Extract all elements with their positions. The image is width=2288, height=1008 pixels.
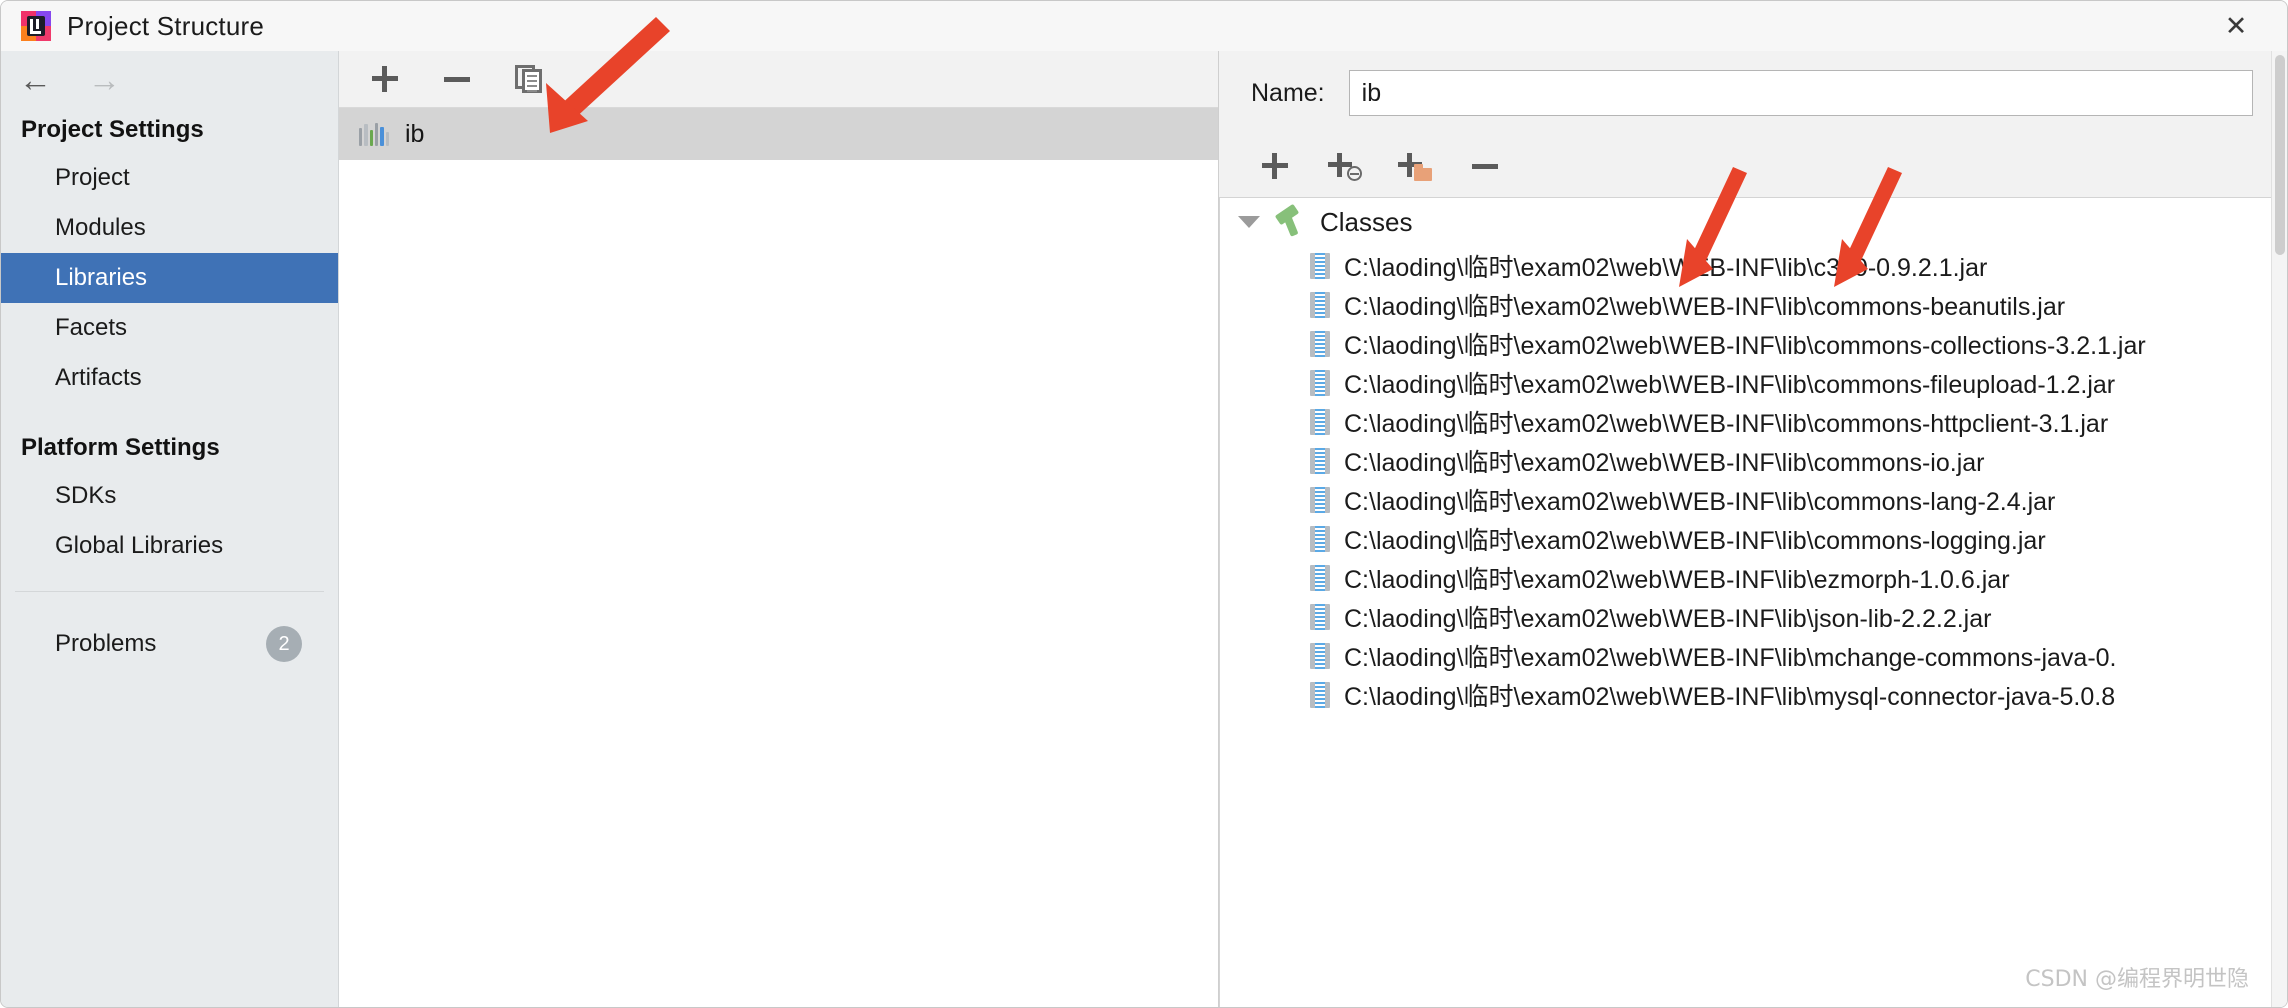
jar-entry-row[interactable]: C:\laoding\临时\exam02\web\WEB-INF\lib\com… xyxy=(1220,285,2287,324)
jar-entry-row[interactable]: C:\laoding\临时\exam02\web\WEB-INF\lib\com… xyxy=(1220,480,2287,519)
jar-entry-row[interactable]: C:\laoding\临时\exam02\web\WEB-INF\lib\mys… xyxy=(1220,675,2287,714)
jar-entry-row[interactable]: C:\laoding\临时\exam02\web\WEB-INF\lib\c3p… xyxy=(1220,246,2287,285)
sidebar-item-sdks[interactable]: SDKs xyxy=(1,471,338,521)
tree-node-label: Classes xyxy=(1320,206,1413,237)
add-from-directory-button[interactable] xyxy=(1395,146,1435,186)
window-title: Project Structure xyxy=(67,10,265,41)
jar-file-icon xyxy=(1310,525,1330,552)
library-icon xyxy=(359,122,389,146)
jar-file-icon xyxy=(1310,330,1330,357)
jar-entry-path: C:\laoding\临时\exam02\web\WEB-INF\lib\mch… xyxy=(1344,643,2117,672)
sidebar-divider xyxy=(15,591,324,592)
jar-entry-row[interactable]: C:\laoding\临时\exam02\web\WEB-INF\lib\com… xyxy=(1220,363,2287,402)
jar-entry-row[interactable]: C:\laoding\临时\exam02\web\WEB-INF\lib\com… xyxy=(1220,519,2287,558)
dialog-scrollbar-thumb[interactable] xyxy=(2275,55,2285,255)
jar-entry-path: C:\laoding\临时\exam02\web\WEB-INF\lib\com… xyxy=(1344,526,2046,555)
library-editor-panel: Name: Classes xyxy=(1219,51,2287,1007)
jar-file-icon xyxy=(1310,603,1330,630)
add-library-button[interactable] xyxy=(365,59,405,99)
sidebar-item-problems[interactable]: Problems 2 xyxy=(1,618,338,670)
library-name: ib xyxy=(405,119,425,148)
library-list-item[interactable]: ib xyxy=(339,108,1218,160)
library-entries-tree: Classes C:\laoding\临时\exam02\web\WEB-INF… xyxy=(1219,197,2287,1007)
jar-entry-row[interactable]: C:\laoding\临时\exam02\web\WEB-INF\lib\com… xyxy=(1220,402,2287,441)
close-icon[interactable]: ✕ xyxy=(2215,9,2257,43)
sidebar-item-modules[interactable]: Modules xyxy=(1,203,338,253)
jar-entry-row[interactable]: C:\laoding\临时\exam02\web\WEB-INF\lib\jso… xyxy=(1220,597,2287,636)
problems-count-badge: 2 xyxy=(266,626,302,662)
jar-entry-path: C:\laoding\临时\exam02\web\WEB-INF\lib\com… xyxy=(1344,331,2146,360)
jar-file-icon xyxy=(1310,564,1330,591)
jar-file-icon xyxy=(1310,369,1330,396)
jar-entry-path: C:\laoding\临时\exam02\web\WEB-INF\lib\mys… xyxy=(1344,682,2116,711)
jar-file-icon xyxy=(1310,408,1330,435)
jar-entry-path: C:\laoding\临时\exam02\web\WEB-INF\lib\com… xyxy=(1344,409,2109,438)
forward-arrow-icon[interactable]: → xyxy=(88,63,121,96)
dialog-vertical-scrollbar[interactable] xyxy=(2271,51,2287,1007)
jar-entry-path: C:\laoding\临时\exam02\web\WEB-INF\lib\com… xyxy=(1344,292,2066,321)
libraries-list: ib xyxy=(339,108,1218,1007)
dialog-body: ← → Project Settings Project Modules Lib… xyxy=(1,51,2287,1007)
jar-entry-row[interactable]: C:\laoding\临时\exam02\web\WEB-INF\lib\com… xyxy=(1220,441,2287,480)
project-structure-dialog: Project Structure ✕ ← → Project Settings… xyxy=(0,0,2288,1008)
back-arrow-icon[interactable]: ← xyxy=(19,63,52,96)
jar-entry-path: C:\laoding\临时\exam02\web\WEB-INF\lib\ezm… xyxy=(1344,565,2010,594)
name-label: Name: xyxy=(1251,78,1325,107)
title-bar: Project Structure ✕ xyxy=(1,1,2287,51)
sidebar-item-artifacts[interactable]: Artifacts xyxy=(1,353,338,403)
sidebar-group-platform-settings: Platform Settings xyxy=(21,434,220,461)
hammer-icon xyxy=(1274,203,1306,237)
copy-library-button[interactable] xyxy=(509,59,549,99)
library-name-input[interactable] xyxy=(1348,70,2253,116)
add-entry-button[interactable] xyxy=(1255,146,1295,186)
intellij-idea-icon xyxy=(21,11,51,41)
tree-node-classes[interactable]: Classes xyxy=(1220,198,2287,246)
jar-entry-path: C:\laoding\临时\exam02\web\WEB-INF\lib\com… xyxy=(1344,448,1985,477)
jar-file-icon xyxy=(1310,681,1330,708)
watermark: CSDN @编程界明世隐 xyxy=(2025,967,2249,992)
jar-file-icon xyxy=(1310,447,1330,474)
jar-entry-path: C:\laoding\临时\exam02\web\WEB-INF\lib\c3p… xyxy=(1344,253,1988,282)
sidebar-item-facets[interactable]: Facets xyxy=(1,303,338,353)
jar-entry-path: C:\laoding\临时\exam02\web\WEB-INF\lib\com… xyxy=(1344,487,2056,516)
jar-entry-row[interactable]: C:\laoding\临时\exam02\web\WEB-INF\lib\com… xyxy=(1220,324,2287,363)
library-entries-toolbar xyxy=(1219,135,2287,197)
jar-file-icon xyxy=(1310,642,1330,669)
libraries-panel: ib xyxy=(339,51,1219,1007)
jar-entries-container: C:\laoding\临时\exam02\web\WEB-INF\lib\c3p… xyxy=(1220,246,2287,714)
sidebar-item-libraries[interactable]: Libraries xyxy=(1,253,338,303)
jar-entry-row[interactable]: C:\laoding\临时\exam02\web\WEB-INF\lib\ezm… xyxy=(1220,558,2287,597)
remove-entry-button[interactable] xyxy=(1465,146,1505,186)
jar-entry-row[interactable]: C:\laoding\临时\exam02\web\WEB-INF\lib\mch… xyxy=(1220,636,2287,675)
remove-library-button[interactable] xyxy=(437,59,477,99)
jar-file-icon xyxy=(1310,252,1330,279)
sidebar-nav: ← → xyxy=(1,51,338,107)
chevron-down-icon[interactable] xyxy=(1238,216,1260,228)
sidebar-item-project[interactable]: Project xyxy=(1,153,338,203)
add-from-maven-button[interactable] xyxy=(1325,146,1365,186)
sidebar-item-global-libraries[interactable]: Global Libraries xyxy=(1,521,338,571)
problems-label: Problems xyxy=(55,630,157,657)
jar-entry-path: C:\laoding\临时\exam02\web\WEB-INF\lib\com… xyxy=(1344,370,2116,399)
sidebar: ← → Project Settings Project Modules Lib… xyxy=(1,51,339,1007)
jar-entry-path: C:\laoding\临时\exam02\web\WEB-INF\lib\jso… xyxy=(1344,604,1992,633)
jar-file-icon xyxy=(1310,486,1330,513)
jar-file-icon xyxy=(1310,291,1330,318)
sidebar-group-project-settings: Project Settings xyxy=(21,116,204,143)
libraries-toolbar xyxy=(339,51,1218,108)
name-row: Name: xyxy=(1219,51,2287,135)
